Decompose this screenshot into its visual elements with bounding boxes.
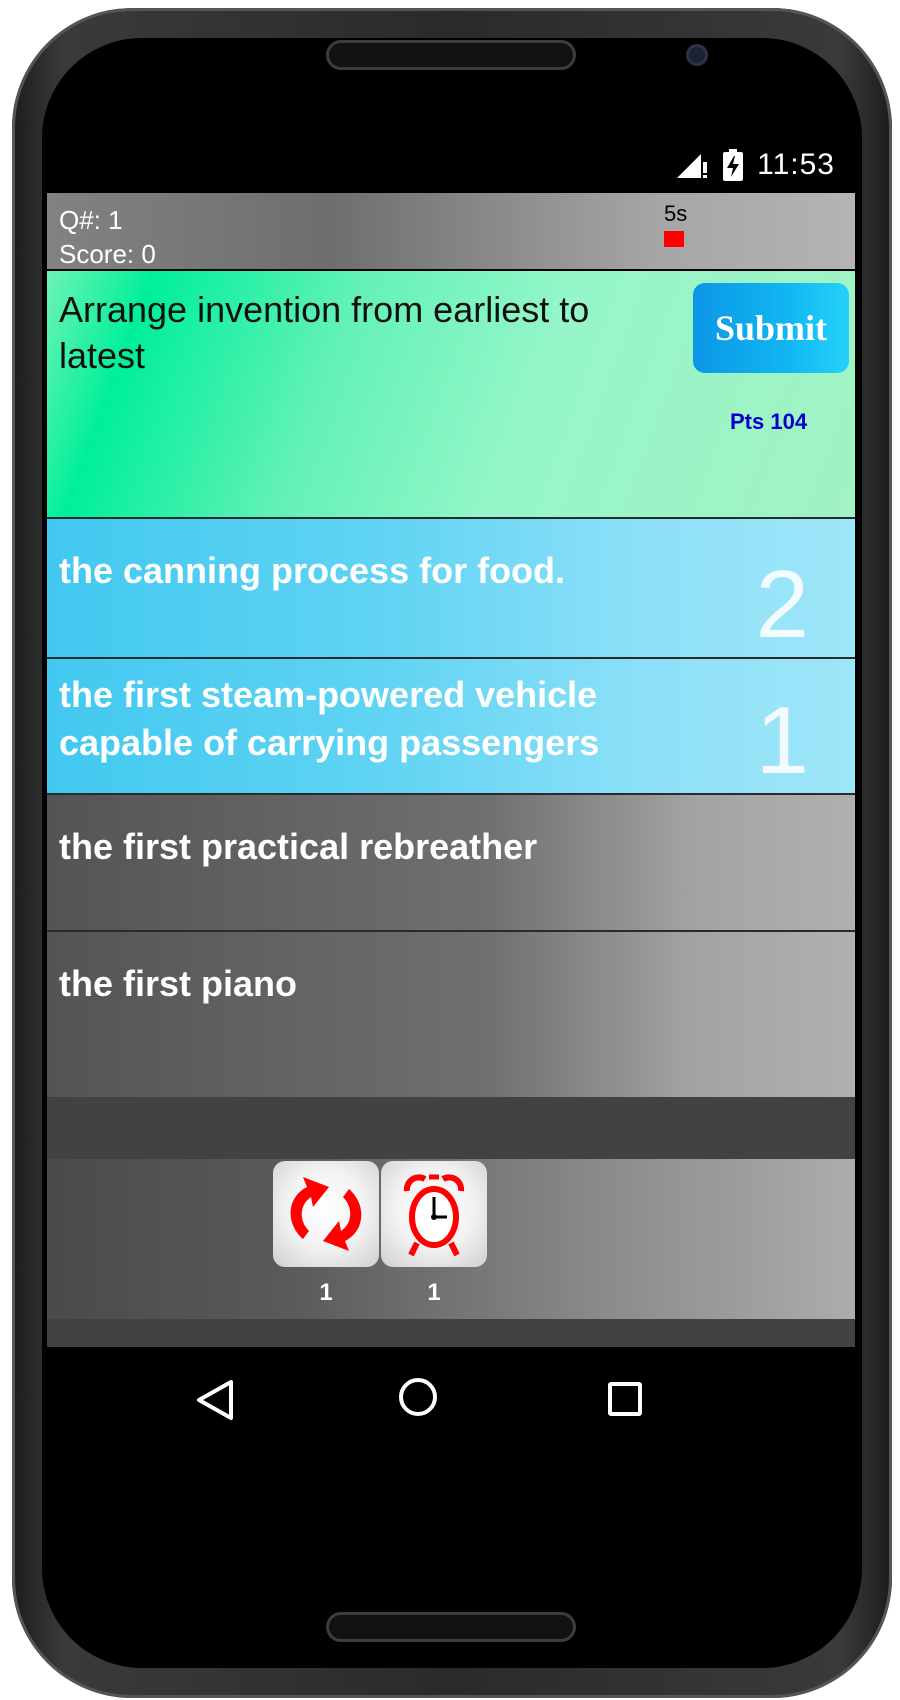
back-icon[interactable] bbox=[195, 1378, 235, 1427]
question-number: Q#: 1 bbox=[59, 205, 123, 235]
answer-option[interactable]: the canning process for food. 2 bbox=[47, 517, 855, 659]
battery-charging-icon bbox=[723, 149, 744, 181]
app-screen: 11:53 Q#: 1 Score: 0 5s Arrange inventio… bbox=[47, 137, 855, 1574]
answer-text: the canning process for food. bbox=[59, 550, 566, 591]
alarm-powerup-button[interactable] bbox=[381, 1161, 487, 1267]
powerup-bar: 1 1 bbox=[47, 1159, 855, 1319]
refresh-powerup-count: 1 bbox=[319, 1279, 333, 1306]
alarm-powerup-count: 1 bbox=[427, 1279, 441, 1306]
points-label: Pts 104 bbox=[730, 409, 808, 434]
submit-button[interactable]: Submit bbox=[693, 283, 849, 373]
answer-order-number: 1 bbox=[755, 687, 809, 794]
answer-text: the first practical rebreather bbox=[59, 826, 538, 867]
spacer-bar bbox=[47, 1097, 855, 1159]
answer-option[interactable]: the first steam-powered vehicle capable … bbox=[47, 657, 855, 793]
answer-option[interactable]: the first practical rebreather bbox=[47, 793, 855, 930]
refresh-powerup-button[interactable] bbox=[273, 1161, 379, 1267]
timer-indicator bbox=[664, 231, 684, 247]
recent-apps-icon[interactable] bbox=[608, 1382, 642, 1416]
answer-option[interactable]: the first piano bbox=[47, 930, 855, 1097]
question-panel: Arrange invention from earliest to lates… bbox=[47, 271, 855, 517]
home-icon[interactable] bbox=[399, 1378, 437, 1416]
front-camera bbox=[686, 44, 708, 66]
answer-text: the first steam-powered vehicle capable … bbox=[59, 674, 600, 763]
question-text: Arrange invention from earliest to lates… bbox=[59, 289, 590, 376]
refresh-arrows-icon bbox=[273, 1177, 379, 1271]
score-label: Score: 0 bbox=[59, 239, 156, 269]
status-bar: 11:53 bbox=[47, 137, 855, 193]
bottom-speaker bbox=[326, 1612, 576, 1642]
signal-icon bbox=[675, 150, 709, 180]
game-header: Q#: 1 Score: 0 5s bbox=[47, 193, 855, 269]
top-speaker bbox=[326, 40, 576, 70]
clock-time: 11:53 bbox=[757, 148, 835, 181]
timer-label: 5s bbox=[664, 201, 688, 226]
answer-order-number: 2 bbox=[755, 551, 809, 658]
answer-text: the first piano bbox=[59, 963, 298, 1004]
alarm-clock-icon bbox=[381, 1174, 487, 1271]
bottom-spacer-bar bbox=[47, 1319, 855, 1347]
